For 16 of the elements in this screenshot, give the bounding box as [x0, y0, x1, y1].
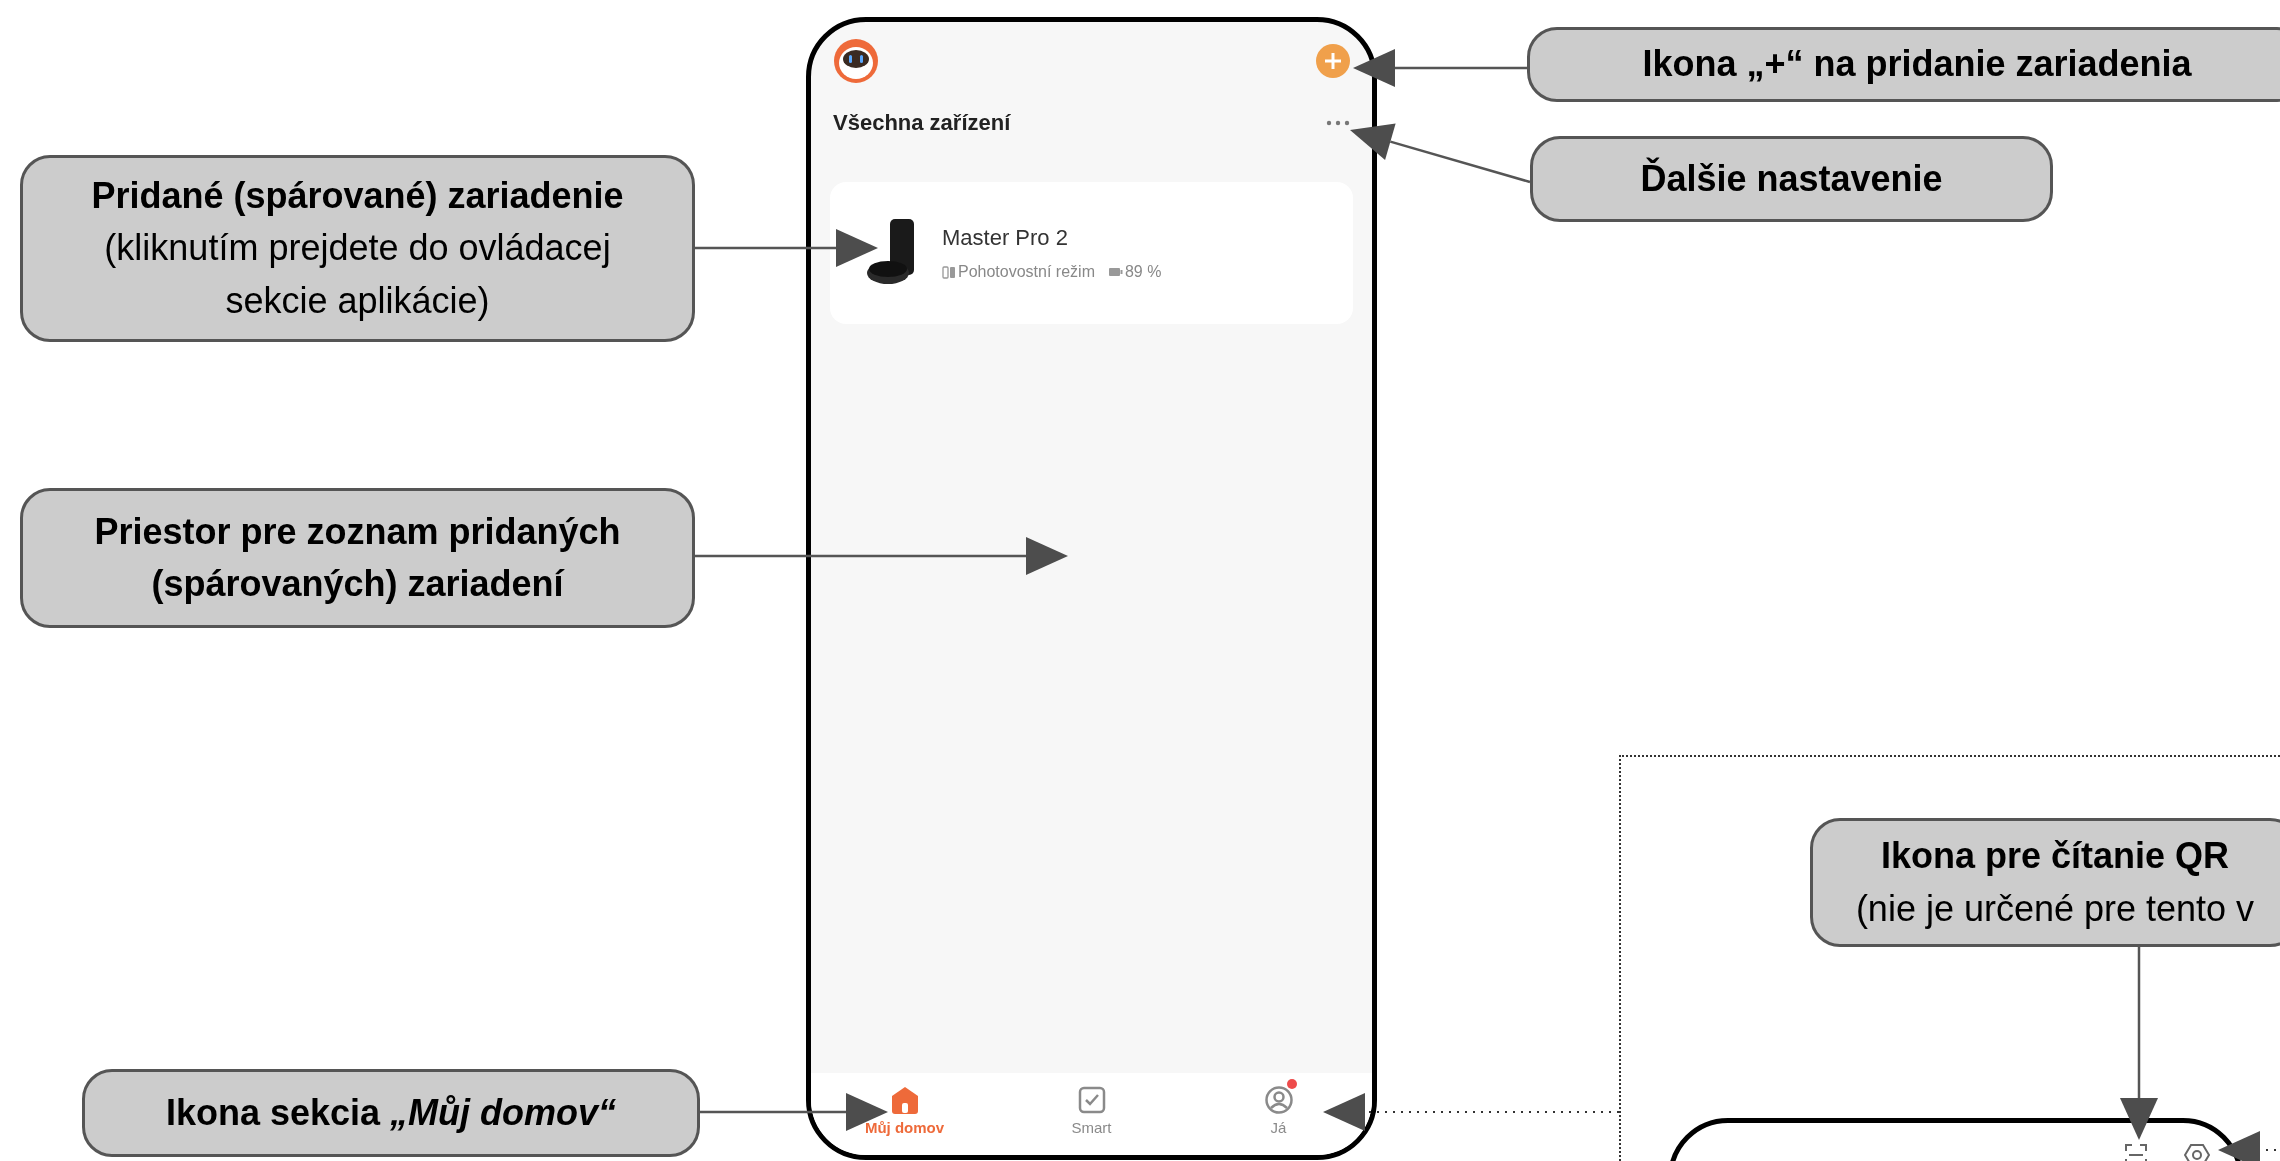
tab[interactable]: Smart	[998, 1073, 1185, 1147]
callout-title: Pridané (spárované) zariadenie	[91, 174, 624, 219]
callout-note: (kliknutím prejdete do ovládacej sekcie aplikácie)	[103, 226, 612, 323]
callout-title: Priestor pre zoznam pridaných (spárovaných) zariadení	[93, 509, 622, 606]
battery-level: 89 %	[1124, 263, 1162, 281]
callout-note: (nie je určené pre tento v	[1855, 886, 2255, 931]
tab[interactable]: Já	[1185, 1073, 1372, 1147]
device-card[interactable]: Master Pro 2 Pohotovostní režim 89 %	[830, 182, 1353, 324]
callout-title: Ikona pre čítanie QR	[1880, 834, 2230, 879]
device-name: Master Pro 2	[942, 225, 1069, 251]
device-status: Pohotovostní režim	[958, 263, 1095, 281]
callout-title: Ďalšie nastavenie	[1640, 156, 1943, 201]
callout-title: Ikona „+“ na pridanie zariadenia	[1642, 42, 2192, 87]
tab[interactable]: Můj domov	[811, 1073, 998, 1147]
callout-title: Ikona sekcia „Můj domov“	[165, 1090, 617, 1135]
section-title: Všechna zařízení	[833, 110, 1011, 136]
